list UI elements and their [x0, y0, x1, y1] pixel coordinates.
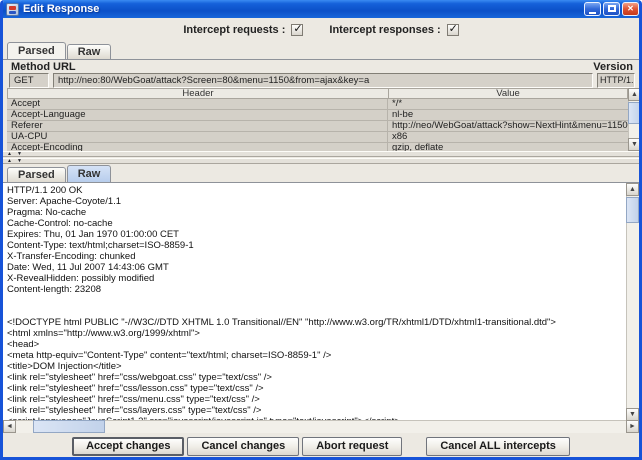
- raw-response-line: <html xmlns="http://www.w3.org/1999/xhtm…: [7, 328, 624, 339]
- scroll-right-icon: ►: [629, 423, 636, 430]
- request-line-labels: Method URL Version: [3, 61, 639, 73]
- response-hscrollbar-thumb[interactable]: [33, 420, 105, 433]
- raw-response-line: [7, 295, 624, 306]
- maximize-button[interactable]: [603, 2, 620, 16]
- header-name-cell: Accept: [7, 99, 388, 109]
- request-tab-parsed[interactable]: Parsed: [7, 42, 66, 59]
- maximize-icon: [608, 5, 616, 12]
- column-header-value[interactable]: Value: [389, 89, 627, 98]
- scroll-down-icon: ▼: [631, 141, 638, 148]
- table-body: Accept*/*Accept-Languagenl-beRefererhttp…: [7, 99, 628, 154]
- raw-response-line: Expires: Thu, 01 Jan 1970 01:00:00 CET: [7, 229, 624, 240]
- collapse-down-icon[interactable]: ▼: [16, 152, 23, 157]
- raw-response-text: HTTP/1.1 200 OKServer: Apache-Coyote/1.1…: [7, 185, 624, 433]
- method-label: Method: [11, 61, 50, 73]
- java-app-icon: [6, 3, 19, 16]
- titlebar[interactable]: Edit Response ✕: [0, 0, 642, 18]
- cancel-all-intercepts-button[interactable]: Cancel ALL intercepts: [426, 437, 570, 456]
- table-row[interactable]: UA-CPUx86: [7, 132, 628, 143]
- accept-changes-button[interactable]: Accept changes: [72, 437, 184, 456]
- raw-response-line: <link rel="stylesheet" href="css/menu.cs…: [7, 394, 624, 405]
- column-header-header[interactable]: Header: [8, 89, 389, 98]
- intercept-requests-label: Intercept requests :: [183, 24, 285, 36]
- raw-response-line: <link rel="stylesheet" href="css/layers.…: [7, 405, 624, 416]
- method-field[interactable]: GET: [9, 73, 49, 88]
- header-value-cell: */*: [388, 99, 628, 109]
- scroll-down-icon: ▼: [629, 411, 636, 418]
- raw-response-line: HTTP/1.1 200 OK: [7, 185, 624, 196]
- intercept-requests-checkbox[interactable]: ✓: [291, 24, 303, 36]
- raw-response-line: <head>: [7, 339, 624, 350]
- abort-request-button[interactable]: Abort request: [302, 437, 402, 456]
- close-button[interactable]: ✕: [622, 2, 639, 16]
- request-headers-table: Header Value Accept*/*Accept-Languagenl-…: [7, 88, 628, 154]
- window-title: Edit Response: [23, 3, 99, 15]
- raw-response-line: Content-length: 23208: [7, 284, 624, 295]
- scroll-left-icon: ◄: [6, 423, 13, 430]
- raw-response-line: Server: Apache-Coyote/1.1: [7, 196, 624, 207]
- header-name-cell: Accept-Language: [7, 110, 388, 120]
- raw-response-line: Cache-Control: no-cache: [7, 218, 624, 229]
- url-label: URL: [53, 61, 76, 73]
- intercept-responses-label: Intercept responses :: [329, 24, 440, 36]
- cancel-changes-button[interactable]: Cancel changes: [187, 437, 299, 456]
- collapse-up-icon[interactable]: ▲: [6, 152, 13, 157]
- checkmark-icon: ✓: [449, 22, 458, 35]
- response-scroll-left-button[interactable]: ◄: [3, 420, 16, 433]
- table-scrollbar-thumb[interactable]: [628, 102, 641, 124]
- minimize-icon: [589, 12, 596, 14]
- table-row[interactable]: Accept-Languagenl-be: [7, 110, 628, 121]
- request-tabs: Parsed Raw: [7, 42, 112, 59]
- raw-response-line: <link rel="stylesheet" href="css/webgoat…: [7, 372, 624, 383]
- table-scroll-up-button[interactable]: ▲: [628, 88, 641, 101]
- raw-response-line: Pragma: No-cache: [7, 207, 624, 218]
- raw-response-textarea[interactable]: HTTP/1.1 200 OKServer: Apache-Coyote/1.1…: [3, 182, 639, 433]
- intercept-bar: Intercept requests : ✓ Intercept respons…: [3, 20, 639, 40]
- response-tab-parsed[interactable]: Parsed: [7, 167, 66, 182]
- response-scroll-right-button[interactable]: ►: [626, 420, 639, 433]
- raw-response-line: <!DOCTYPE html PUBLIC "-//W3C//DTD XHTML…: [7, 317, 624, 328]
- collapse-down-icon[interactable]: ▼: [16, 159, 23, 164]
- checkmark-icon: ✓: [293, 22, 302, 35]
- request-split-divider[interactable]: ▲ ▼: [3, 151, 639, 157]
- intercept-responses-checkbox[interactable]: ✓: [447, 24, 459, 36]
- header-name-cell: Referer: [7, 121, 388, 131]
- request-tab-raw[interactable]: Raw: [67, 44, 112, 59]
- header-value-cell: http://neo/WebGoat/attack?show=NextHint&…: [388, 121, 628, 131]
- tab-divider-line: [3, 59, 639, 60]
- raw-response-line: [7, 306, 624, 317]
- raw-response-line: Content-Type: text/html;charset=ISO-8859…: [7, 240, 624, 251]
- response-tabs: Parsed Raw: [7, 165, 112, 182]
- raw-response-line: X-Transfer-Encoding: chunked: [7, 251, 624, 262]
- scroll-up-icon: ▲: [631, 91, 638, 98]
- header-name-cell: UA-CPU: [7, 132, 388, 142]
- minimize-button[interactable]: [584, 2, 601, 16]
- collapse-up-icon[interactable]: ▲: [6, 159, 13, 164]
- raw-response-line: <link rel="stylesheet" href="css/lesson.…: [7, 383, 624, 394]
- raw-response-line: X-RevealHidden: possibly modified: [7, 273, 624, 284]
- action-button-bar: Accept changes Cancel changes Abort requ…: [3, 435, 639, 457]
- scroll-up-icon: ▲: [629, 186, 636, 193]
- raw-response-line: <title>DOM Injection</title>: [7, 361, 624, 372]
- table-row[interactable]: Refererhttp://neo/WebGoat/attack?show=Ne…: [7, 121, 628, 132]
- version-field[interactable]: HTTP/1.1: [597, 73, 635, 88]
- table-scroll-down-button[interactable]: ▼: [628, 138, 641, 151]
- response-tab-raw[interactable]: Raw: [67, 165, 112, 182]
- table-row[interactable]: Accept*/*: [7, 99, 628, 110]
- header-value-cell: nl-be: [388, 110, 628, 120]
- raw-response-line: Date: Wed, 11 Jul 2007 14:43:06 GMT: [7, 262, 624, 273]
- response-scroll-up-button[interactable]: ▲: [626, 183, 639, 196]
- raw-response-line: <meta http-equiv="Content-Type" content=…: [7, 350, 624, 361]
- close-icon: ✕: [627, 4, 634, 13]
- url-field[interactable]: http://neo:80/WebGoat/attack?Screen=80&m…: [53, 73, 593, 88]
- response-split-divider[interactable]: ▲ ▼: [3, 158, 639, 164]
- header-value-cell: x86: [388, 132, 628, 142]
- response-vscrollbar-thumb[interactable]: [626, 197, 639, 223]
- version-label: Version: [593, 61, 633, 73]
- table-header-row: Header Value: [7, 88, 628, 99]
- edit-response-window: Edit Response ✕ Intercept requests : ✓ I…: [0, 0, 642, 460]
